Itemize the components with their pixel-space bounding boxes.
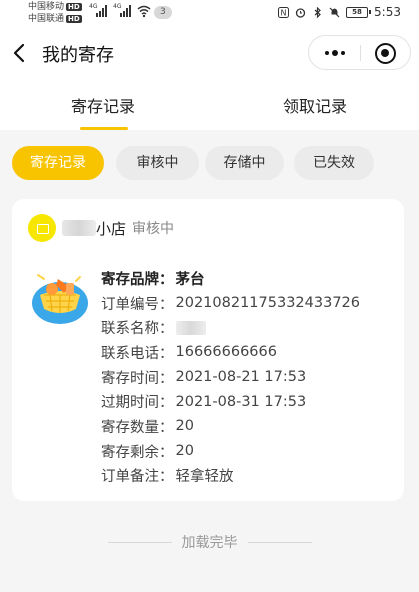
tab-pickup-records[interactable]: 领取记录 [245, 93, 385, 117]
detail-row-expire-time: 过期时间： 2021-08-31 17:53 [101, 389, 391, 414]
active-tab-indicator [80, 127, 128, 130]
detail-value: 20 [175, 418, 194, 435]
filter-chip-storing[interactable]: 存储中 [205, 146, 284, 180]
contact-name-redacted [175, 320, 206, 335]
detail-label: 寄存时间： [101, 370, 174, 387]
status-right: N 58 5:53 [278, 5, 401, 19]
detail-label: 寄存数量： [101, 419, 174, 436]
carrier-1: 中国移动 [28, 2, 65, 12]
detail-label: 联系电话： [101, 345, 174, 362]
wifi-icon [137, 5, 151, 18]
alarm-icon [295, 7, 306, 18]
status-bar: 中国移动 HD 中国联通 HD 4G 4G 3 N 58 5:53 [0, 0, 419, 28]
detail-value: 20 [175, 443, 194, 460]
navigation-bar: 我的寄存 [0, 28, 419, 78]
record-status: 审核中 [132, 221, 175, 237]
page-title: 我的寄存 [42, 45, 114, 66]
detail-row-deposit-quantity: 寄存数量： 20 [101, 414, 391, 439]
close-target-icon[interactable] [375, 43, 396, 64]
detail-value: 2021-08-31 17:53 [175, 393, 307, 410]
shop-name-redacted [62, 220, 96, 236]
miniprogram-capsule [308, 35, 411, 70]
carrier-2: 中国联通 [28, 14, 65, 24]
bluetooth-icon [314, 6, 321, 18]
detail-value: 2021-08-21 17:53 [175, 369, 307, 386]
tab-deposit-records[interactable]: 寄存记录 [33, 93, 173, 117]
detail-value: 20210821175332433726 [175, 295, 361, 312]
detail-label: 过期时间： [101, 395, 174, 412]
load-complete-footer: 加载完毕 [0, 530, 419, 554]
detail-row-brand: 寄存品牌： 茅台 [101, 266, 391, 291]
detail-value: 16666666666 [175, 344, 277, 361]
detail-row-order-number: 订单编号： 20210821175332433726 [101, 291, 391, 316]
basket-icon [32, 274, 88, 324]
clock: 5:53 [374, 5, 401, 19]
shop-avatar-icon [28, 214, 56, 242]
load-complete-text: 加载完毕 [181, 535, 238, 551]
signal-icon: 4G [89, 3, 107, 17]
filter-chip-expired[interactable]: 已失效 [294, 146, 374, 180]
deposit-record-card[interactable]: 小店 审核中 寄存品牌： 茅台 订单编号： 20210821175332433726… [12, 199, 404, 501]
nfc-icon: N [278, 6, 290, 18]
detail-label: 订单编号： [101, 296, 174, 313]
capsule-divider [360, 45, 361, 61]
filter-chip-all-records[interactable]: 寄存记录 [12, 146, 104, 180]
notification-count-badge: 3 [154, 6, 172, 19]
shop-header: 小店 审核中 [28, 214, 174, 242]
footer-divider-left [107, 541, 172, 543]
record-details: 寄存品牌： 茅台 订单编号： 20210821175332433726 联系名称： … [101, 266, 391, 488]
detail-value: 茅台 [175, 271, 205, 288]
filter-chip-reviewing[interactable]: 审核中 [116, 146, 199, 180]
footer-divider-right [247, 541, 312, 543]
record-tabs: 寄存记录 领取记录 [0, 78, 419, 130]
battery-icon: 58 [346, 6, 372, 18]
back-chevron-icon[interactable] [12, 42, 26, 64]
carrier-info: 中国移动 HD 中国联通 HD [28, 1, 82, 25]
more-dots-icon[interactable] [322, 44, 348, 62]
detail-row-order-note: 订单备注： 轻拿轻放 [101, 464, 391, 489]
signal-icon: 4G [113, 3, 131, 17]
detail-row-deposit-time: 寄存时间： 2021-08-21 17:53 [101, 365, 391, 390]
detail-label: 寄存剩余： [101, 444, 174, 461]
mute-icon [329, 7, 340, 17]
detail-label: 联系名称： [101, 321, 174, 338]
detail-row-contact-name: 联系名称： [101, 315, 391, 340]
detail-label: 寄存品牌： [101, 271, 174, 288]
detail-row-contact-phone: 联系电话： 16666666666 [101, 340, 391, 365]
detail-row-remaining: 寄存剩余： 20 [101, 439, 391, 464]
detail-label: 订单备注： [101, 469, 174, 486]
shop-name: 小店 [96, 219, 127, 238]
svg-text:N: N [281, 8, 287, 17]
detail-value: 轻拿轻放 [175, 469, 234, 486]
hd-badge: HD [66, 3, 82, 11]
hd-badge: HD [66, 15, 82, 23]
